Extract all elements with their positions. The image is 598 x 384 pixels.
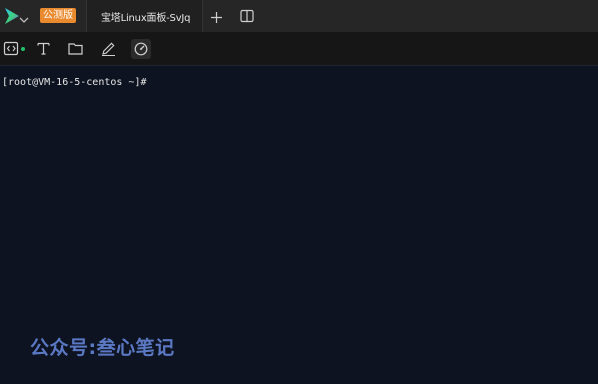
edit-icon[interactable] bbox=[100, 40, 117, 57]
title-bar: 公测版 宝塔Linux面板-SvJq bbox=[0, 0, 598, 32]
tab-label: 宝塔Linux面板-SvJq bbox=[101, 13, 191, 24]
shell-prompt: [root@VM-16-5-centos ~]# bbox=[2, 77, 147, 88]
code-icon[interactable] bbox=[3, 40, 20, 57]
plus-icon[interactable] bbox=[210, 9, 223, 23]
tab-baota-panel[interactable]: 宝塔Linux面板-SvJq bbox=[86, 0, 203, 32]
folder-icon[interactable] bbox=[67, 40, 84, 57]
text-icon[interactable] bbox=[35, 40, 52, 57]
toolbar bbox=[0, 32, 598, 66]
status-dot bbox=[21, 47, 25, 51]
split-view-icon[interactable] bbox=[240, 8, 254, 23]
gauge-icon[interactable] bbox=[131, 39, 151, 59]
watermark: 公众号:叁心笔记 bbox=[30, 337, 175, 359]
beta-badge: 公测版 bbox=[40, 8, 76, 23]
chevron-down-icon[interactable] bbox=[19, 10, 29, 23]
